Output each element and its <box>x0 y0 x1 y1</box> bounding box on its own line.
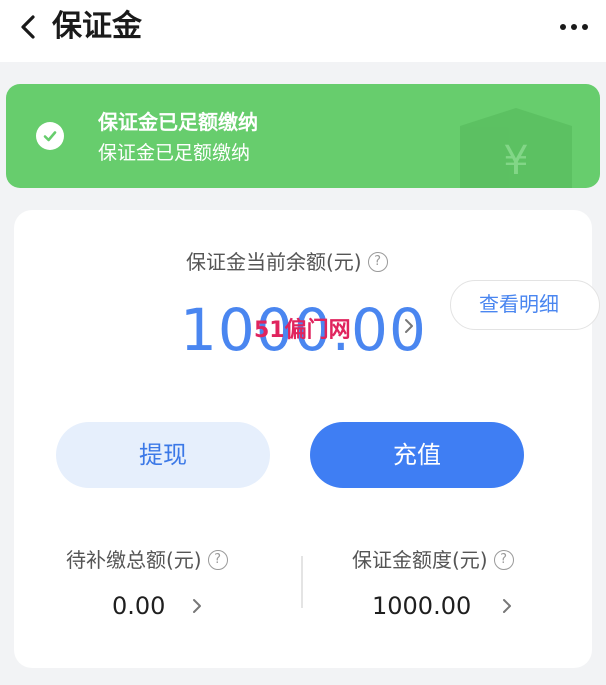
page-title: 保证金 <box>52 9 142 44</box>
check-circle-icon <box>36 122 64 150</box>
withdraw-button[interactable]: 提现 <box>56 422 270 488</box>
quota-label: 保证金额度(元)? <box>352 546 514 574</box>
shield-watermark-icon: ¥ <box>460 108 572 188</box>
more-button[interactable] <box>554 12 594 42</box>
chevron-right-icon[interactable] <box>400 316 418 336</box>
quota-label-text: 保证金额度(元) <box>352 548 488 572</box>
question-circle-icon[interactable]: ? <box>367 251 388 272</box>
more-dot <box>582 24 588 30</box>
status-banner: 保证金已足额缴纳 保证金已足额缴纳 ¥ <box>6 84 600 188</box>
more-dots-icon <box>560 24 566 30</box>
balance-card: 保证金当前余额(元)? 1000.00 51偏门网 查看明细 提现 充值 待补缴… <box>14 210 600 668</box>
chevron-right-icon[interactable] <box>500 596 514 616</box>
pending-value: 0.00 <box>112 592 166 620</box>
banner-subtitle: 保证金已足额缴纳 <box>98 142 251 164</box>
stats-divider <box>301 556 303 608</box>
balance-label: 保证金当前余额(元)? <box>186 248 388 276</box>
quota-value: 1000.00 <box>372 592 472 620</box>
chevron-left-icon <box>21 15 35 39</box>
chevron-right-icon[interactable] <box>190 596 204 616</box>
pending-label-text: 待补缴总额(元) <box>66 548 202 572</box>
watermark-text: 51偏门网 <box>254 318 351 343</box>
view-details-button[interactable]: 查看明细 <box>450 280 600 330</box>
more-dot <box>571 24 577 30</box>
top-bar: 保证金 <box>0 0 606 62</box>
back-button[interactable] <box>14 12 44 42</box>
banner-title: 保证金已足额缴纳 <box>98 110 258 134</box>
question-circle-icon[interactable]: ? <box>493 549 514 570</box>
svg-text:¥: ¥ <box>503 138 528 184</box>
balance-label-text: 保证金当前余额(元) <box>186 250 362 274</box>
deposit-page: 保证金 保证金已足额缴纳 保证金已足额缴纳 ¥ 保证金当前余额(元)? 1000… <box>0 0 606 685</box>
pending-label: 待补缴总额(元)? <box>66 546 228 574</box>
question-circle-icon[interactable]: ? <box>207 549 228 570</box>
recharge-button[interactable]: 充值 <box>310 422 524 488</box>
